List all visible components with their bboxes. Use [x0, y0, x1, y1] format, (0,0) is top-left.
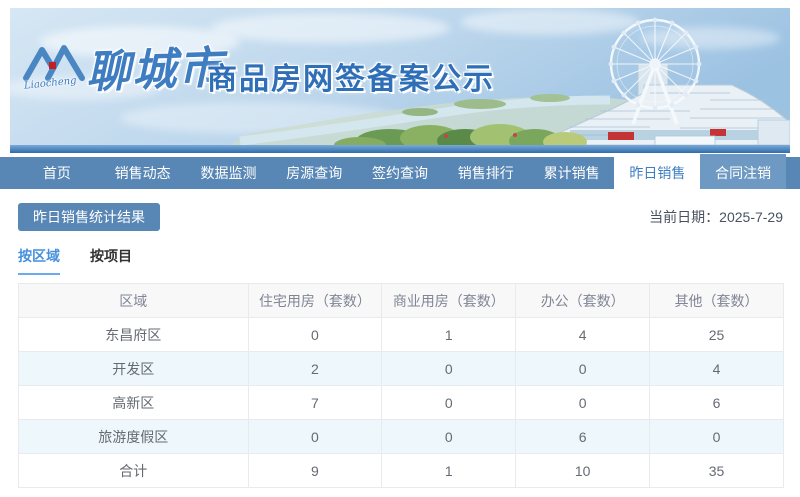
cell-value: 6 [515, 419, 651, 454]
nav-item-contract-cancel[interactable]: 合同注销 [700, 154, 787, 189]
cell-value: 25 [649, 317, 784, 352]
current-date-label: 当前日期：2025-7-29 [649, 209, 783, 225]
nav-item-sales-trend[interactable]: 销售动态 [100, 157, 186, 189]
table-header-row: 区域 住宅用房（套数） 商业用房（套数） 办公（套数） 其他（套数） [18, 283, 784, 318]
cell-value: 0 [381, 419, 517, 454]
cell-value: 7 [247, 385, 383, 420]
cell-value: 0 [515, 385, 651, 420]
main-nav: 首页 销售动态 数据监测 房源查询 签约查询 销售排行 累计销售 昨日销售 合同… [0, 154, 800, 189]
col-header-residential: 住宅用房（套数） [247, 283, 383, 318]
col-header-commercial: 商业用房（套数） [381, 283, 517, 318]
banner-bottom-strip [10, 145, 790, 153]
view-tabs: 按区域 按项目 [18, 246, 132, 275]
site-title: 商品房网签备案公示 [207, 63, 495, 96]
toolbar: 昨日销售统计结果 当前日期：2025-7-29 [18, 203, 783, 231]
tab-by-region[interactable]: 按区域 [18, 246, 60, 275]
table-row: 旅游度假区 0 0 6 0 [18, 419, 784, 454]
cell-value: 0 [381, 351, 517, 386]
cell-region: 东昌府区 [18, 317, 249, 352]
nav-item-listing-query[interactable]: 房源查询 [271, 157, 357, 189]
cell-value: 0 [649, 419, 784, 454]
cell-value: 4 [515, 317, 651, 352]
cell-value: 1 [381, 317, 517, 352]
cell-value: 4 [649, 351, 784, 386]
cell-value: 9 [247, 453, 383, 488]
table-row: 开发区 2 0 0 4 [18, 351, 784, 386]
header-banner: Liaocheng 聊城市 商品房网签备案公示 [10, 8, 790, 153]
col-header-region: 区域 [18, 283, 249, 318]
cell-region: 旅游度假区 [18, 419, 249, 454]
col-header-other: 其他（套数） [649, 283, 784, 318]
page: Liaocheng 聊城市 商品房网签备案公示 首页 销售动态 数据监测 房源查… [0, 0, 800, 497]
city-name: 聊城市 [85, 42, 226, 99]
cell-value: 1 [381, 453, 517, 488]
cell-region: 高新区 [18, 385, 249, 420]
cell-value: 10 [515, 453, 651, 488]
nav-item-sales-ranking[interactable]: 销售排行 [443, 157, 529, 189]
cell-value: 0 [247, 317, 383, 352]
region-sales-table: 区域 住宅用房（套数） 商业用房（套数） 办公（套数） 其他（套数） 东昌府区 … [18, 283, 784, 488]
cell-value: 0 [381, 385, 517, 420]
nav-item-data-monitor[interactable]: 数据监测 [186, 157, 272, 189]
nav-item-home[interactable]: 首页 [14, 157, 100, 189]
cell-region: 合计 [18, 453, 249, 488]
yesterday-stats-button[interactable]: 昨日销售统计结果 [18, 203, 160, 231]
col-header-office: 办公（套数） [515, 283, 651, 318]
table-row: 东昌府区 0 1 4 25 [18, 317, 784, 352]
table-row: 高新区 7 0 0 6 [18, 385, 784, 420]
cell-value: 0 [515, 351, 651, 386]
cell-value: 35 [649, 453, 784, 488]
cell-value: 0 [247, 419, 383, 454]
cell-value: 2 [247, 351, 383, 386]
nav-item-yesterday-sales[interactable]: 昨日销售 [614, 154, 701, 189]
nav-item-contract-query[interactable]: 签约查询 [357, 157, 443, 189]
cell-region: 开发区 [18, 351, 249, 386]
cell-value: 6 [649, 385, 784, 420]
nav-item-cumulative-sales[interactable]: 累计销售 [529, 157, 615, 189]
tab-by-project[interactable]: 按项目 [90, 246, 132, 275]
table-row-total: 合计 9 1 10 35 [18, 453, 784, 488]
